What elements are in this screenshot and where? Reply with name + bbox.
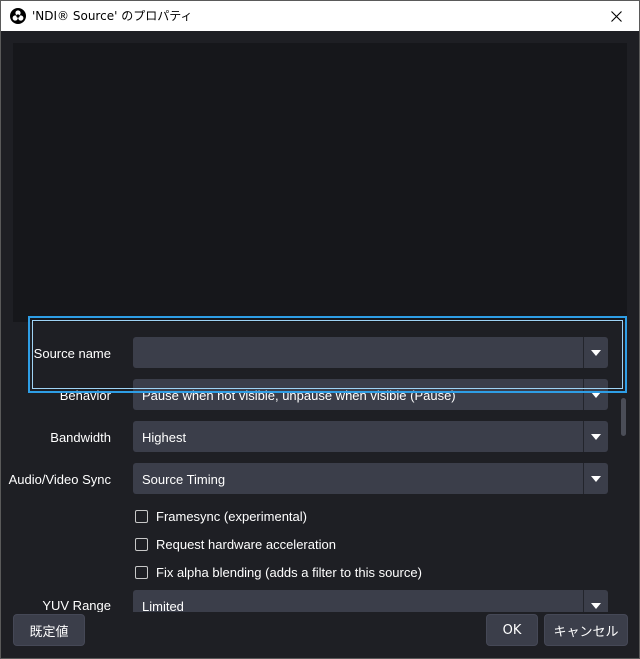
framesync-checkbox[interactable]	[135, 509, 148, 523]
av-sync-value: Source Timing	[142, 472, 226, 487]
source-preview	[13, 43, 627, 322]
yuv-range-label: YUV Range	[42, 598, 111, 612]
alpha-fix-checkbox-row[interactable]: Fix alpha blending (adds a filter to thi…	[135, 564, 422, 580]
hw-accel-checkbox[interactable]	[135, 537, 148, 551]
properties-dialog: 'NDI® Source' のプロパティ Source name Behavio…	[0, 0, 640, 659]
window-title: 'NDI® Source' のプロパティ	[32, 9, 193, 23]
alpha-fix-label: Fix alpha blending (adds a filter to thi…	[156, 564, 422, 580]
triangle-down-icon	[591, 475, 601, 482]
defaults-button[interactable]: 既定値	[13, 614, 85, 646]
hw-accel-label: Request hardware acceleration	[156, 536, 336, 552]
yuv-range-dropdown-arrow[interactable]	[583, 590, 608, 612]
ok-button[interactable]: OK	[486, 614, 538, 646]
framesync-label: Framesync (experimental)	[156, 508, 307, 524]
triangle-down-icon	[591, 433, 601, 440]
title-bar: 'NDI® Source' のプロパティ	[1, 1, 639, 31]
bandwidth-dropdown-arrow[interactable]	[583, 421, 608, 452]
hw-accel-checkbox-row[interactable]: Request hardware acceleration	[135, 536, 336, 552]
bandwidth-dropdown[interactable]: Highest	[133, 421, 608, 452]
av-sync-label: Audio/Video Sync	[8, 472, 111, 487]
cancel-button[interactable]: キャンセル	[544, 614, 628, 646]
bandwidth-value: Highest	[142, 430, 187, 445]
bandwidth-label: Bandwidth	[50, 430, 111, 445]
properties-scrollbar-thumb[interactable]	[621, 398, 626, 436]
alpha-fix-checkbox[interactable]	[135, 565, 148, 579]
av-sync-dropdown-arrow[interactable]	[583, 463, 608, 494]
close-button[interactable]	[593, 1, 639, 31]
framesync-checkbox-row[interactable]: Framesync (experimental)	[135, 508, 307, 524]
yuv-range-dropdown[interactable]: Limited	[133, 590, 608, 612]
yuv-range-value: Limited	[142, 599, 184, 612]
triangle-down-icon	[591, 602, 601, 609]
focus-highlight	[28, 316, 627, 393]
av-sync-dropdown[interactable]: Source Timing	[133, 463, 608, 494]
obs-logo-icon	[10, 8, 26, 24]
close-icon	[610, 10, 622, 22]
